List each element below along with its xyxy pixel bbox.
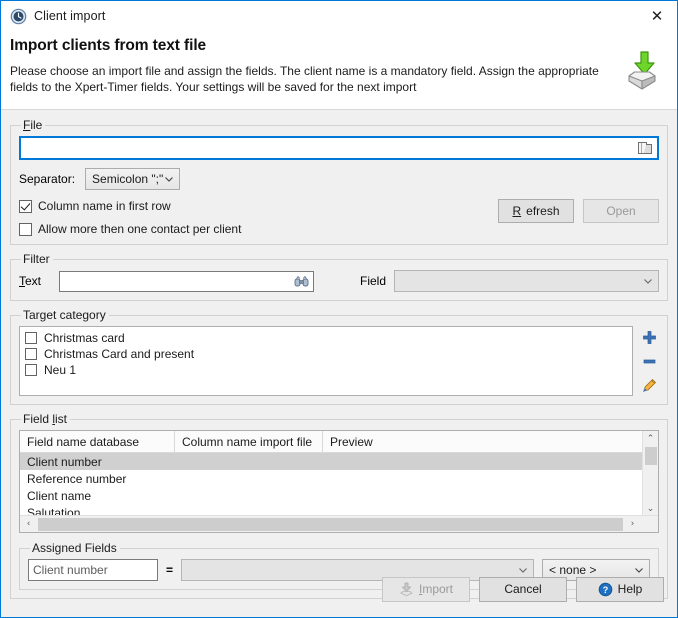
target-category-wrapper: Christmas card Christmas Card and presen… [19, 326, 659, 396]
pencil-icon[interactable] [642, 378, 657, 393]
target-category-group: Target category Christmas card Christmas… [10, 308, 668, 405]
vertical-scroll-thumb[interactable] [645, 447, 657, 465]
file-options-row: Column name in first row Allow more then… [19, 197, 659, 236]
target-category-tools [639, 326, 659, 396]
chevron-down-icon [163, 173, 175, 185]
list-item[interactable]: Neu 1 [20, 362, 632, 378]
field-list-header-row: Field name database Column name import f… [20, 431, 658, 453]
target-category-legend: Target category [21, 308, 109, 322]
filter-field-label: Field [360, 274, 386, 288]
list-item-label: Neu 1 [44, 363, 76, 377]
checkbox-box[interactable] [25, 348, 37, 360]
refresh-accel: R [512, 204, 521, 218]
file-path-wrapper [19, 136, 659, 160]
file-checkbox-list: Column name in first row Allow more then… [19, 197, 498, 236]
cancel-button[interactable]: Cancel [479, 577, 567, 602]
import-accel: I [419, 582, 422, 596]
column-name-first-row-checkbox[interactable]: Column name in first row [19, 199, 498, 213]
field-list-vertical-scrollbar[interactable]: ⌃ ⌄ [642, 431, 658, 517]
separator-label: Separator: [19, 172, 75, 186]
checkbox-box[interactable] [25, 332, 37, 344]
file-path-input[interactable] [19, 136, 659, 160]
title-bar: Client import ✕ [1, 1, 677, 31]
column-name-first-row-label: Column name in first row [38, 199, 171, 213]
field-list-accel: l [52, 412, 55, 426]
filter-text-accel: T [19, 274, 25, 288]
separator-row: Separator: Semicolon ";" [19, 168, 659, 190]
filter-text-wrapper [59, 271, 314, 292]
filter-text-label: Text [19, 274, 51, 288]
table-row[interactable]: Reference number [20, 470, 658, 487]
allow-multiple-contacts-label: Allow more then one contact per client [38, 222, 241, 236]
table-row[interactable]: Client name [20, 487, 658, 504]
file-group-legend: File [21, 118, 45, 132]
filter-group-legend: Filter [21, 252, 53, 266]
folder-browse-icon[interactable] [637, 140, 653, 156]
filter-field-select[interactable] [394, 270, 659, 292]
import-button[interactable]: Import [382, 577, 470, 602]
file-legend-accel: F [23, 118, 30, 132]
import-arrow-tray-icon [621, 49, 663, 91]
file-group: File Separator: Semicolon "; [10, 118, 668, 245]
dialog-footer: Import Cancel ? Help [1, 571, 677, 617]
help-button[interactable]: ? Help [576, 577, 664, 602]
column-header-column-name[interactable]: Column name import file [175, 431, 323, 452]
file-path-row [19, 136, 659, 160]
dialog-body: File Separator: Semicolon "; [1, 110, 677, 617]
checkbox-box [19, 223, 32, 236]
checkbox-box[interactable] [25, 364, 37, 376]
svg-text:?: ? [602, 585, 608, 595]
list-item-label: Christmas Card and present [44, 347, 194, 361]
field-list-grid[interactable]: Field name database Column name import f… [19, 430, 659, 533]
scroll-up-icon[interactable]: ⌃ [643, 431, 658, 447]
target-category-list[interactable]: Christmas card Christmas Card and presen… [19, 326, 633, 396]
open-button[interactable]: Open [583, 199, 659, 223]
refresh-button[interactable]: Refresh [498, 199, 574, 223]
page-title: Import clients from text file [10, 37, 663, 55]
field-list-legend: Field list [21, 412, 70, 426]
help-question-icon: ? [598, 582, 613, 597]
list-item[interactable]: Christmas card [20, 330, 632, 346]
list-item-label: Christmas card [44, 331, 125, 345]
app-clock-icon [10, 8, 27, 25]
client-import-dialog: Client import ✕ Import clients from text… [0, 0, 678, 618]
scroll-right-icon[interactable]: › [624, 519, 641, 529]
binoculars-icon[interactable] [294, 275, 309, 288]
plus-icon[interactable] [642, 330, 657, 345]
filter-text-input[interactable] [59, 271, 314, 292]
minus-icon[interactable] [642, 354, 657, 369]
field-list-horizontal-scrollbar[interactable]: ‹ › [20, 515, 658, 532]
page-description: Please choose an import file and assign … [10, 63, 610, 95]
close-icon[interactable]: ✕ [637, 2, 677, 31]
filter-row: Text Field [19, 270, 659, 292]
checkbox-box [19, 200, 32, 213]
dialog-header: Import clients from text file Please cho… [1, 31, 677, 110]
chevron-down-icon [642, 275, 654, 287]
scroll-left-icon[interactable]: ‹ [20, 519, 37, 529]
list-item[interactable]: Christmas Card and present [20, 346, 632, 362]
import-small-icon [399, 582, 414, 597]
allow-multiple-contacts-checkbox[interactable]: Allow more then one contact per client [19, 222, 498, 236]
file-action-buttons: Refresh Open [498, 197, 659, 223]
separator-value: Semicolon ";" [92, 172, 163, 186]
column-header-field-name[interactable]: Field name database [20, 431, 175, 452]
horizontal-scroll-thumb[interactable] [38, 518, 623, 531]
field-list-rows: Client number Reference number Client na… [20, 453, 658, 521]
import-button-label: Import [419, 582, 453, 596]
table-row[interactable]: Client number [20, 453, 658, 470]
help-button-label: Help [618, 582, 643, 596]
column-header-preview[interactable]: Preview [323, 431, 658, 452]
separator-select[interactable]: Semicolon ";" [85, 168, 180, 190]
filter-group: Filter Text Field [10, 252, 668, 301]
assigned-fields-legend: Assigned Fields [30, 541, 120, 555]
window-title: Client import [34, 9, 637, 23]
